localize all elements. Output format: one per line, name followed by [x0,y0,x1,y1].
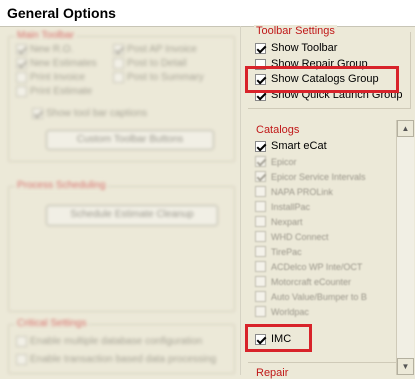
catalog-epicor[interactable]: Epicor [255,156,297,167]
repair-legend: Repair [254,367,291,379]
checkbox[interactable] [255,171,266,182]
catalog-nexpart[interactable]: Nexpart [255,216,303,227]
critical-settings-group: Critical Settings [8,318,235,374]
critical-settings-legend: Critical Settings [15,318,89,329]
checkbox[interactable] [255,156,266,167]
main-toolbar-print-estimate[interactable]: Print Estimate [16,86,92,97]
checkbox[interactable] [16,44,27,55]
main-toolbar-post-to-summary[interactable]: Post to Summary [113,72,204,83]
checkbox[interactable] [16,86,27,97]
catalog-whd-connect[interactable]: WHD Connect [255,231,329,242]
highlight-imc [245,324,312,352]
checkbox[interactable] [255,231,266,242]
checkbox[interactable] [255,201,266,212]
column-divider [240,26,241,375]
show-toolbar-option[interactable]: Show Toolbar [255,42,337,54]
checkbox[interactable] [16,72,27,83]
checkbox[interactable] [255,246,266,257]
checkbox[interactable] [255,42,266,54]
main-toolbar-post-ap-invoice[interactable]: Post AP Invoice [113,44,197,55]
checkbox[interactable] [16,354,27,365]
schedule-estimate-cleanup-button[interactable]: Schedule Estimate Cleanup [46,205,218,226]
main-toolbar-print-invoice[interactable]: Print Invoice [16,72,85,83]
checkbox[interactable] [255,291,266,302]
catalog-epicor-intervals[interactable]: Epicor Service Intervals [255,171,366,182]
critical-transaction-processing[interactable]: Enable transaction based data processing [16,354,216,365]
main-toolbar-legend: Main Toolbar [15,30,77,41]
catalog-smart-ecat[interactable]: Smart eCat [255,140,327,152]
scroll-up-icon[interactable]: ▲ [397,120,414,137]
checkbox[interactable] [255,216,266,227]
critical-multiple-db[interactable]: Enable multiple database configuration [16,336,202,347]
catalogs-legend: Catalogs [254,124,302,136]
checkbox[interactable] [255,140,266,152]
checkbox[interactable] [113,44,124,55]
catalog-worldpac[interactable]: Worldpac [255,306,309,317]
catalog-acdelco[interactable]: ACDelco WP Inte/OCT [255,261,362,272]
catalog-napa[interactable]: NAPA PROLink [255,186,333,197]
scroll-down-icon[interactable]: ▼ [397,358,414,375]
main-toolbar-show-captions[interactable]: Show tool bar captions [32,108,147,119]
title-bar: General Options [0,0,415,27]
checkbox[interactable] [16,336,27,347]
catalog-installpac[interactable]: InstallPac [255,201,310,212]
checkbox[interactable] [255,186,266,197]
process-scheduling-legend: Process Scheduling [15,180,108,191]
catalog-tirepac[interactable]: TirePac [255,246,302,257]
toolbar-settings-legend: Toolbar Settings [254,25,337,37]
custom-toolbar-buttons-button[interactable]: Custom Toolbar Buttons [46,130,214,150]
right-scrollbar[interactable]: ▲ ▼ [396,120,414,375]
checkbox[interactable] [255,276,266,287]
checkbox[interactable] [16,58,27,69]
checkbox[interactable] [113,58,124,69]
highlight-catalogs-group [245,66,399,93]
main-toolbar-new-estimates[interactable]: New Estimates [16,58,97,69]
catalog-auto-value[interactable]: Auto Value/Bumper to B [255,291,367,302]
main-toolbar-post-to-detail[interactable]: Post to Detail [113,58,186,69]
window-title: General Options [7,5,116,21]
main-toolbar-new-ro[interactable]: New R.O. [16,44,73,55]
checkbox[interactable] [32,108,43,119]
catalog-motorcraft[interactable]: Motorcraft eCounter [255,276,351,287]
checkbox[interactable] [255,261,266,272]
checkbox[interactable] [255,306,266,317]
checkbox[interactable] [113,72,124,83]
